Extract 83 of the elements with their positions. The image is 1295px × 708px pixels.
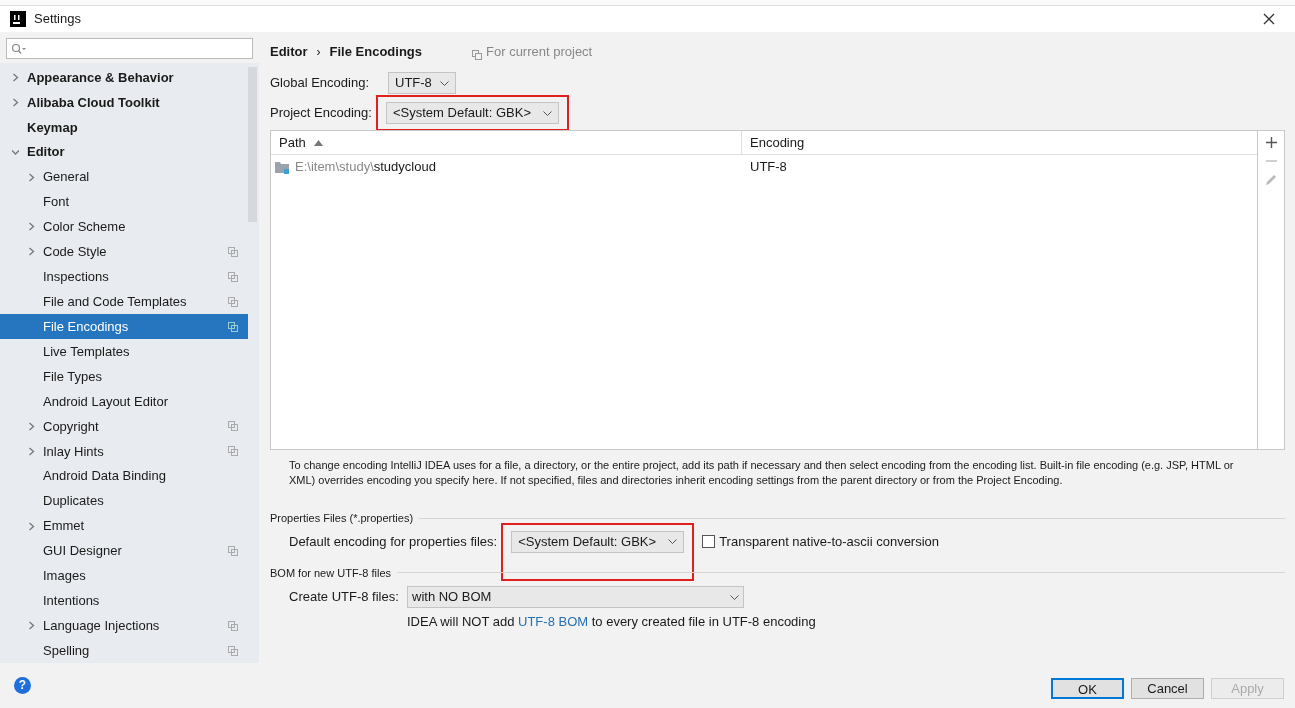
column-header[interactable]: Encoding [742,131,1257,154]
tree-item[interactable]: Images [0,563,248,589]
add-icon[interactable] [1265,137,1277,148]
chevron-right-icon[interactable] [12,97,19,107]
tree-item[interactable]: Editor [0,139,248,165]
copy-icon [228,296,238,307]
section-heading: BOM for new UTF-8 files [270,565,392,581]
column-header[interactable]: Path [271,131,742,154]
window-title: Settings [34,10,81,29]
field-label: Default encoding for properties files: [289,532,498,551]
chevron-right-icon[interactable] [28,446,35,456]
breadcrumb-item[interactable]: Editor [270,42,308,62]
breadcrumb-separator: › [316,44,321,61]
checkbox[interactable] [702,535,716,548]
tree-item[interactable]: Duplicates [0,488,248,514]
tree-item[interactable]: Code Style [0,239,248,265]
tree-item[interactable]: Emmet [0,513,248,539]
tree-item[interactable]: Inlay Hints [0,438,248,464]
edit-icon[interactable] [1265,174,1277,186]
tree-item[interactable]: Appearance & Behavior [0,65,248,90]
help-text: To change encoding IntelliJ IDEA uses for a file, a directory, or the entire project, add its path if necessary and then select encoding from the encoding list. Built-in file encoding (e.g. JSP, HTML or XML) overrides encoding you specify here. If not specified, files and directories inherit encoding settings from the parent directory or from the Project Encoding. [288,458,1235,488]
copy-icon [228,421,238,432]
search-field[interactable] [6,38,253,59]
help-button[interactable]: ? [14,677,31,694]
tree-item[interactable]: Android Data Binding [0,463,248,489]
table-cell-text: E:\item\study\studycloud [295,158,436,177]
tree-item[interactable]: Keymap [0,114,248,140]
copy-icon [228,620,238,631]
tree-item[interactable]: Alibaba Cloud Toolkit [0,89,248,115]
copy-icon [228,645,238,656]
chevron-right-icon[interactable] [28,247,35,257]
chevron-down-icon [439,80,449,86]
tree-item[interactable]: Language Injections [0,613,248,639]
tree-item[interactable]: File Types [0,364,248,389]
bom-note: IDEA will NOT add [407,613,516,631]
search-icon [11,42,27,55]
copy-icon [228,545,238,556]
checkbox-label[interactable]: Transparent native-to-ascii conversion [719,531,940,552]
encoding-dropdown[interactable]: <System Default: GBK> [511,530,685,553]
tree-item[interactable]: Intentions [0,588,248,614]
tree-item[interactable]: Android Layout Editor [0,389,248,414]
chevron-down-icon [668,539,678,544]
chevron-right-icon[interactable] [28,222,35,232]
chevron-right-icon[interactable] [28,621,35,631]
copy-icon [228,446,238,457]
bom-dropdown[interactable]: with NO BOM [407,586,744,608]
copy-icon [228,246,238,257]
close-icon[interactable] [1263,13,1275,25]
tree-item[interactable]: Live Templates [0,339,248,365]
chevron-right-icon[interactable] [28,421,35,431]
copy-icon [472,50,483,60]
chevron-right-icon[interactable] [28,172,35,182]
bom-note: to every created file in UTF-8 encoding [590,613,816,631]
tree-item[interactable]: Inspections [0,264,248,290]
tree-item[interactable]: File Encodings [0,314,248,340]
section-heading: Properties Files (*.properties) [270,511,414,526]
tree-item[interactable]: File and Code Templates [0,289,248,315]
chevron-down-icon [730,594,739,600]
tree-item[interactable]: GUI Designer [0,538,248,564]
encoding-dropdown[interactable]: <System Default: GBK> [386,102,559,124]
chevron-right-icon[interactable] [12,72,19,82]
copy-icon [228,321,238,332]
scope-note: For current project [486,43,593,61]
field-label: Global Encoding: [270,74,370,93]
dialog-button[interactable]: Cancel [1131,678,1204,699]
encoding-dropdown[interactable]: UTF-8 [388,72,456,94]
tree-item[interactable]: Copyright [0,413,248,439]
field-label: Project Encoding: [270,104,373,123]
tree-item[interactable]: Color Scheme [0,214,248,240]
field-label: Create UTF-8 files: [289,588,400,607]
app-logo-icon [10,11,26,27]
table-cell-text: UTF-8 [749,158,788,177]
tree-item[interactable]: Spelling [0,638,248,664]
breadcrumb-item: File Encodings [329,43,423,61]
chevron-down-icon [543,110,552,116]
tree-item[interactable]: Font [0,189,248,215]
chevron-right-icon[interactable] [28,521,35,531]
chevron-down-icon[interactable] [12,147,19,157]
bom-link[interactable]: UTF-8 BOM [518,612,589,632]
tree-item[interactable]: General [0,164,248,190]
folder-icon [274,160,290,174]
dialog-button[interactable]: OK [1051,678,1124,699]
copy-icon [228,271,238,282]
